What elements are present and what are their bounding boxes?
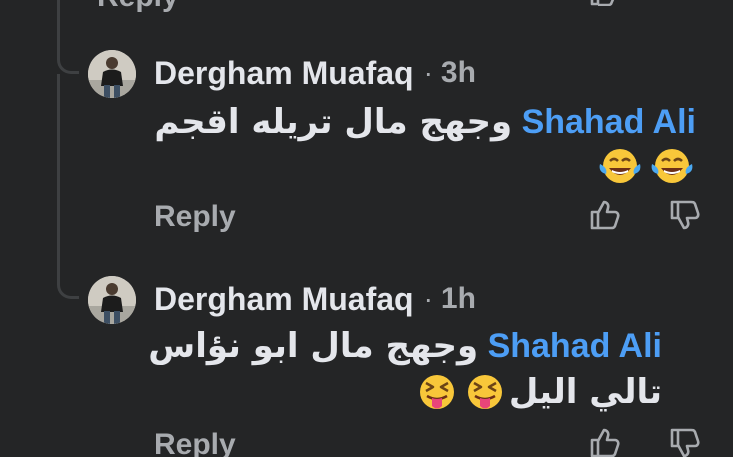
avatar-image xyxy=(88,50,136,98)
comment-text: Shahad Ali وجهج مال تريله اقجم xyxy=(154,100,696,144)
comment-text-line: وجهج مال ابو نؤاس xyxy=(148,326,479,366)
mention-link[interactable]: Shahad Ali xyxy=(522,103,696,141)
comment-text-line: وجهج مال تريله اقجم xyxy=(154,102,513,142)
reply-link[interactable]: Reply xyxy=(154,200,236,234)
thumbs-up-icon[interactable] xyxy=(588,198,622,232)
comment: Dergham Muafaq · 3h Shahad Ali وجهج مال … xyxy=(88,50,718,250)
comment-text: Shahad Ali وجهج مال ابو نؤاس xyxy=(148,324,662,368)
avatar[interactable] xyxy=(88,50,136,98)
thumbs-down-icon[interactable] xyxy=(668,198,702,232)
separator-dot: · xyxy=(423,283,433,314)
thread-connector xyxy=(57,283,79,299)
timestamp[interactable]: 1h xyxy=(441,282,476,316)
dislike-icon-previous[interactable] xyxy=(668,0,702,6)
thread-connector xyxy=(57,58,79,74)
thread-line xyxy=(57,0,60,58)
squinting-tongue-emoji-icon xyxy=(467,375,502,409)
thumbs-up-icon[interactable] xyxy=(588,426,622,457)
thumbs-down-icon[interactable] xyxy=(668,426,702,457)
comment-text-line: تالي اليل xyxy=(508,372,662,412)
squinting-tongue-emoji-icon xyxy=(419,375,454,409)
avatar-image xyxy=(88,276,136,324)
comment-header: Dergham Muafaq · 3h xyxy=(154,54,476,92)
comment-header: Dergham Muafaq · 1h xyxy=(154,280,476,318)
comment-text-line-2: تالي اليل xyxy=(413,370,662,414)
reply-link-previous[interactable]: Reply xyxy=(97,0,179,14)
tears-of-joy-emoji-icon xyxy=(651,149,693,183)
thread-line xyxy=(57,74,60,284)
like-icon-previous[interactable] xyxy=(588,0,622,6)
avatar[interactable] xyxy=(88,276,136,324)
tears-of-joy-emoji-icon xyxy=(599,149,641,183)
emoji-row xyxy=(596,146,696,186)
separator-dot: · xyxy=(423,57,433,88)
mention-link[interactable]: Shahad Ali xyxy=(488,327,662,365)
comment-thread: Reply Dergham Muafaq · 3h Shahad Ali xyxy=(0,0,733,457)
author-name[interactable]: Dergham Muafaq xyxy=(154,281,414,318)
reply-link[interactable]: Reply xyxy=(154,428,236,457)
comment: Dergham Muafaq · 1h Shahad Ali وجهج مال … xyxy=(88,276,718,457)
author-name[interactable]: Dergham Muafaq xyxy=(154,55,414,92)
timestamp[interactable]: 3h xyxy=(441,56,476,90)
